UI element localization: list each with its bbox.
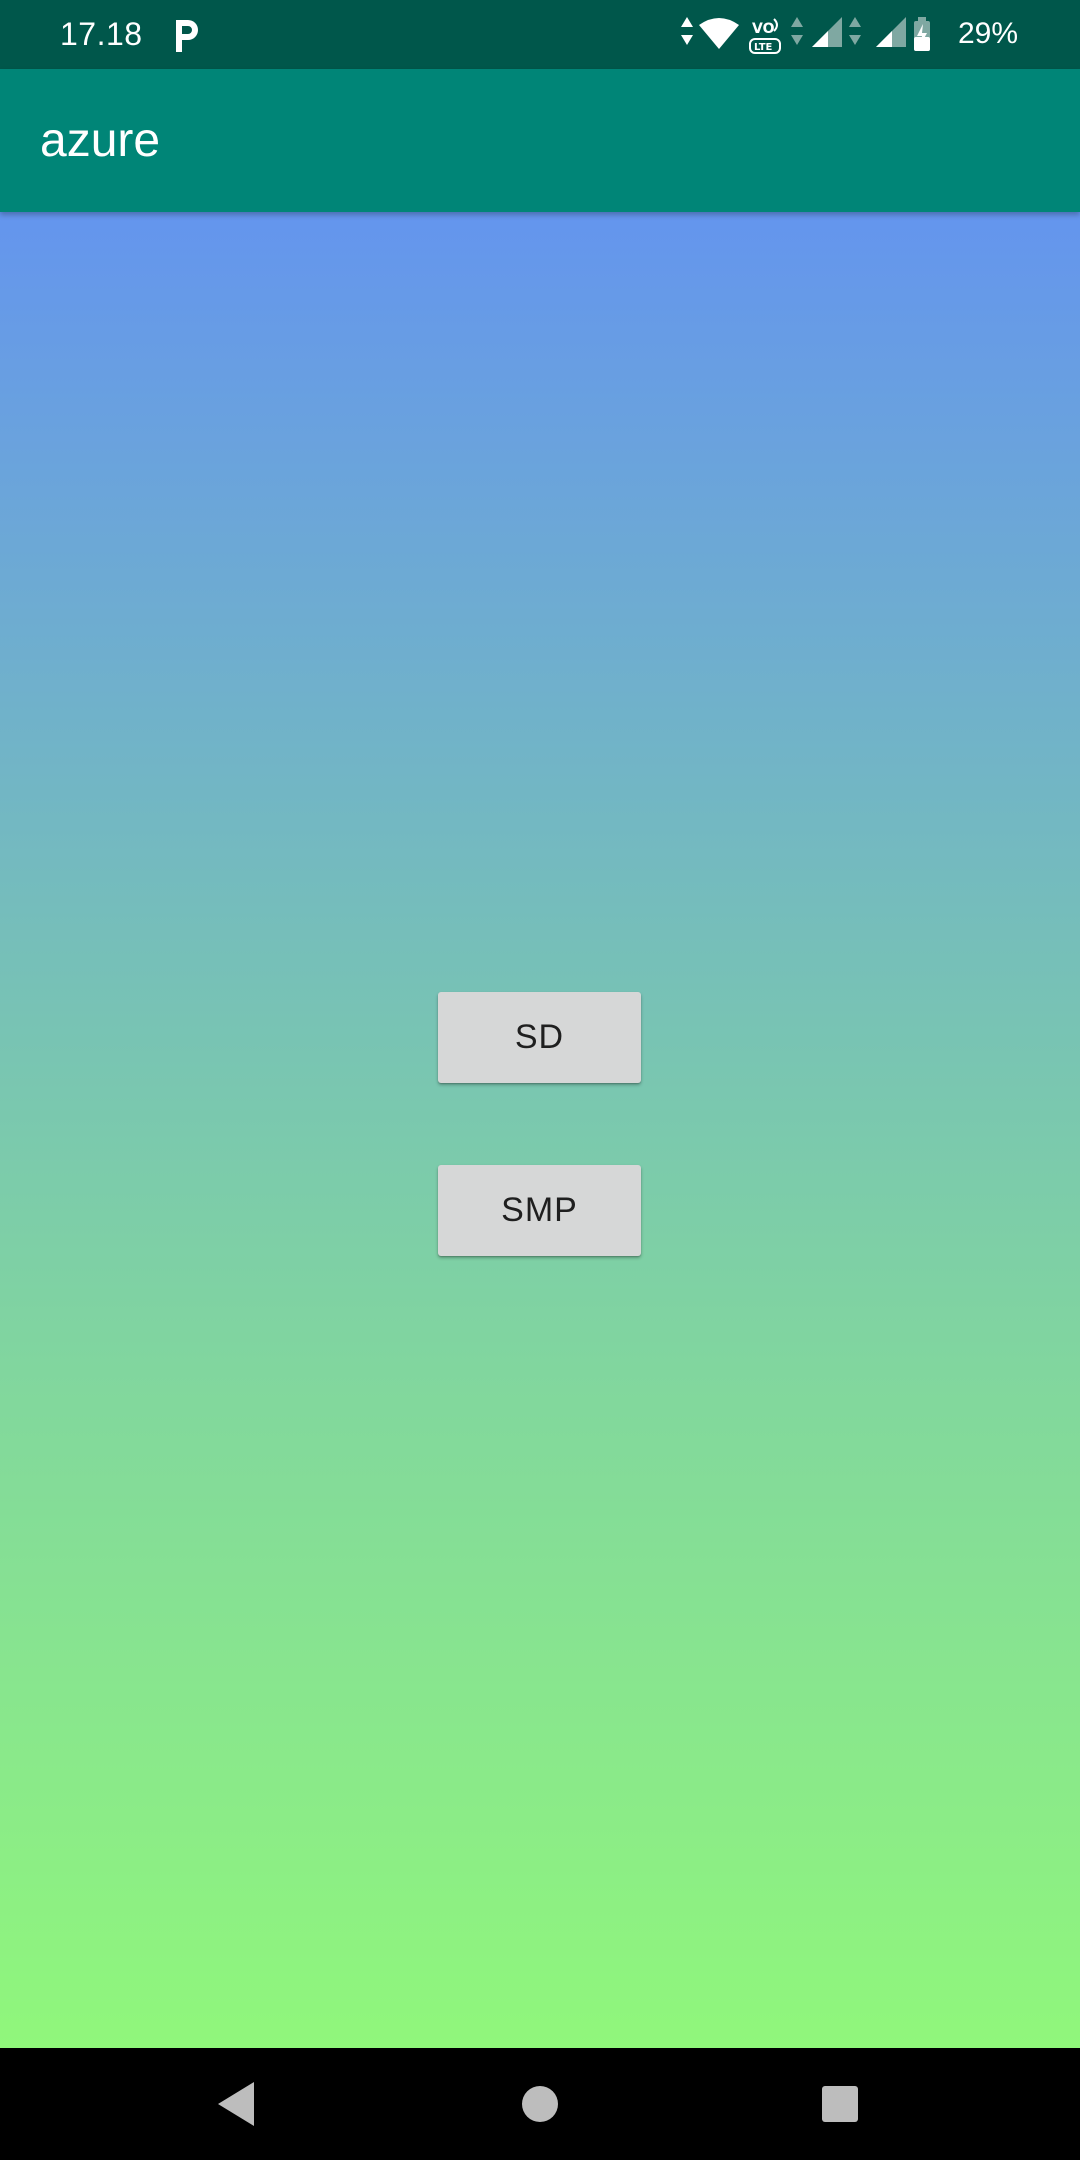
status-bar: 17.18 VO LTE 29%: [0, 0, 1080, 69]
battery-percentage: 29%: [957, 17, 1018, 50]
data-arrows-icon: [680, 15, 694, 55]
status-time: 17.18: [60, 16, 143, 52]
recents-icon[interactable]: [810, 2074, 870, 2134]
svg-text:LTE: LTE: [754, 42, 773, 53]
screen: 17.18 VO LTE 29% azure SD SMP: [0, 0, 1080, 2160]
sd-button[interactable]: SD: [438, 992, 641, 1083]
app-title: azure: [40, 114, 161, 167]
svg-text:VO: VO: [752, 21, 775, 37]
home-icon[interactable]: [510, 2074, 570, 2134]
navigation-bar: [0, 2048, 1080, 2160]
parking-icon: [172, 16, 202, 54]
back-icon[interactable]: [210, 2074, 270, 2134]
battery-charging-icon: [912, 15, 932, 55]
data-arrows-icon-3: [848, 15, 862, 55]
signal-2-icon: [874, 15, 908, 55]
app-bar: azure: [0, 69, 1080, 212]
volte-icon: VO LTE: [748, 15, 784, 55]
signal-1-icon: [810, 15, 844, 55]
main-content: SD SMP: [0, 212, 1080, 2048]
smp-button[interactable]: SMP: [438, 1165, 641, 1256]
status-icons: VO LTE 29%: [660, 0, 1080, 69]
data-arrows-icon-2: [790, 15, 804, 55]
wifi-icon: [698, 15, 740, 55]
